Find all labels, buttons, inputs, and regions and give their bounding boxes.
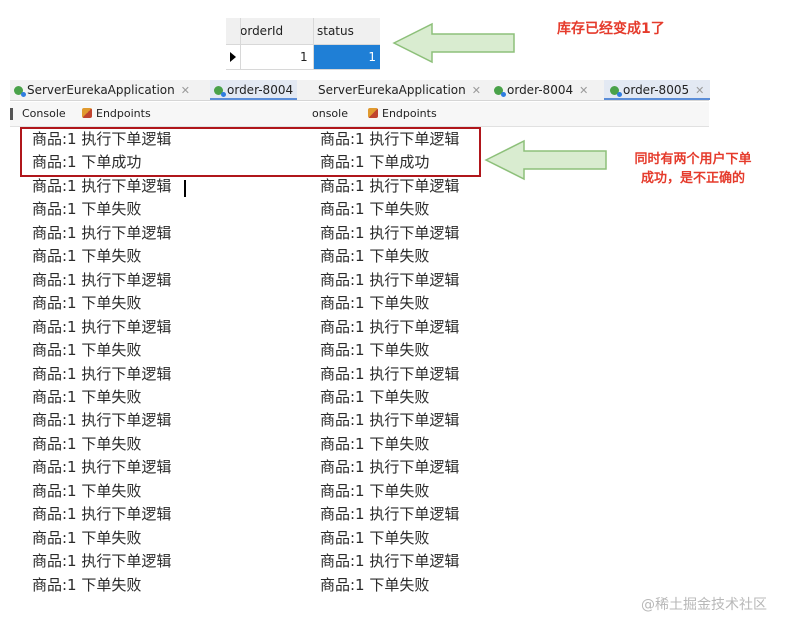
close-icon[interactable]: ✕ (695, 84, 704, 97)
annotation-concurrent-success: 同时有两个用户下单 成功，是不正确的 (620, 148, 766, 186)
console-line: 商品:1 下单失败 (320, 341, 430, 360)
console-line: 商品:1 执行下单逻辑 (32, 458, 172, 477)
tab-label: order-8004 (227, 83, 294, 97)
console-line: 商品:1 执行下单逻辑 (32, 270, 172, 289)
console-line: 商品:1 执行下单逻辑 (320, 411, 460, 430)
console-line: 商品:1 执行下单逻辑 (32, 317, 172, 336)
tab-order-8004-left[interactable]: order-8004 (210, 80, 298, 100)
console-line: 商品:1 下单失败 (320, 247, 430, 266)
cell-status-selected[interactable]: 1 (313, 44, 380, 70)
app-run-icon (214, 86, 226, 97)
console-line: 商品:1 下单失败 (320, 575, 430, 594)
annotation-stock-changed: 库存已经变成1了 (557, 21, 665, 37)
console-line: 商品:1 下单失败 (32, 247, 142, 266)
console-line: 商品:1 下单失败 (32, 575, 142, 594)
grid-divider (226, 44, 380, 45)
highlight-both-success (20, 127, 481, 177)
cell-orderid[interactable]: 1 (300, 44, 308, 70)
console-line: 商品:1 执行下单逻辑 (320, 223, 460, 242)
console-line: 商品:1 下单失败 (32, 434, 142, 453)
cell-status-value: 1 (368, 50, 376, 64)
endpoints-label: Endpoints (96, 107, 151, 120)
console-line: 商品:1 下单失败 (320, 528, 430, 547)
console-line: 商品:1 下单失败 (32, 341, 142, 360)
console-line: 商品:1 执行下单逻辑 (32, 411, 172, 430)
db-result-grid: orderId status 1 1 (226, 18, 380, 70)
console-line: 商品:1 下单失败 (320, 294, 430, 313)
console-tab-right[interactable]: onsole (312, 102, 348, 126)
console-line: 商品:1 执行下单逻辑 (32, 364, 172, 383)
tab-label: order-8005 (623, 83, 690, 97)
left-toolbar: Console Endpoints (10, 102, 308, 127)
left-console-output[interactable]: 商品:1 执行下单逻辑 商品:1 下单成功 商品:1 执行下单逻辑 商品:1 下单失败… (10, 127, 308, 599)
console-marker-icon (10, 108, 13, 120)
console-line: 商品:1 下单失败 (32, 528, 142, 547)
tab-order-8005-right[interactable]: order-8005 ✕ (604, 80, 711, 100)
console-line: 商品:1 执行下单逻辑 (320, 552, 460, 571)
right-toolbar: onsole Endpoints (308, 102, 709, 127)
console-line: 商品:1 下单失败 (32, 387, 142, 406)
annotation-line: 成功，是不正确的 (640, 171, 745, 186)
console-line: 商品:1 执行下单逻辑 (320, 270, 460, 289)
app-run-icon (14, 86, 26, 97)
column-header-orderid[interactable]: orderId (240, 18, 283, 44)
close-icon[interactable]: ✕ (181, 84, 190, 97)
right-tab-bar: ServerEurekaApplication ✕ order-8004 ✕ ord… (308, 80, 711, 101)
console-tab-left[interactable]: Console (22, 102, 66, 126)
endpoints-tab-right[interactable]: Endpoints (368, 102, 437, 126)
watermark: @稀土掘金技术社区 (641, 597, 767, 613)
console-line: 商品:1 执行下单逻辑 (32, 223, 172, 242)
annotation-line: 同时有两个用户下单 (634, 152, 752, 167)
tab-label: order-8004 (507, 83, 574, 97)
console-line: 商品:1 执行下单逻辑 (320, 364, 460, 383)
endpoints-tab-left[interactable]: Endpoints (82, 102, 151, 126)
console-line: 商品:1 执行下单逻辑 (32, 176, 172, 195)
console-line: 商品:1 执行下单逻辑 (32, 505, 172, 524)
endpoints-label: Endpoints (382, 107, 437, 120)
grid-divider (226, 69, 380, 70)
console-line: 商品:1 执行下单逻辑 (320, 505, 460, 524)
right-console-output[interactable]: 商品:1 执行下单逻辑 商品:1 下单成功 商品:1 执行下单逻辑 商品:1 下单失败… (308, 127, 709, 599)
arrow-left-icon (392, 22, 516, 64)
text-cursor (184, 180, 186, 197)
tab-server-eureka-right[interactable]: ServerEurekaApplication ✕ (318, 80, 481, 100)
row-pointer-icon (230, 52, 236, 62)
app-run-icon (494, 86, 506, 97)
tab-label: ServerEurekaApplication (27, 83, 175, 97)
console-line: 商品:1 下单失败 (32, 294, 142, 313)
app-run-icon (610, 86, 622, 97)
console-line: 商品:1 下单失败 (320, 434, 430, 453)
close-icon[interactable]: ✕ (472, 84, 481, 97)
tab-server-eureka-left[interactable]: ServerEurekaApplication ✕ (14, 80, 190, 100)
tab-order-8004-right[interactable]: order-8004 ✕ (494, 80, 588, 100)
console-line: 商品:1 执行下单逻辑 (32, 552, 172, 571)
table-row[interactable]: 1 1 (226, 44, 380, 70)
arrow-left-icon (484, 139, 608, 181)
column-header-status[interactable]: status (317, 18, 354, 44)
endpoints-icon (82, 108, 92, 118)
console-line: 商品:1 执行下单逻辑 (320, 176, 460, 195)
close-icon[interactable]: ✕ (579, 84, 588, 97)
endpoints-icon (368, 108, 378, 118)
tab-label: ServerEurekaApplication (318, 83, 466, 97)
console-line: 商品:1 下单失败 (32, 481, 142, 500)
console-line: 商品:1 下单失败 (320, 481, 430, 500)
console-line: 商品:1 下单失败 (320, 200, 430, 219)
left-tab-bar: ServerEurekaApplication ✕ order-8004 (10, 80, 308, 101)
console-line: 商品:1 下单失败 (320, 387, 430, 406)
console-line: 商品:1 下单失败 (32, 200, 142, 219)
db-grid-header: orderId status (226, 18, 380, 44)
console-line: 商品:1 执行下单逻辑 (320, 458, 460, 477)
console-line: 商品:1 执行下单逻辑 (320, 317, 460, 336)
